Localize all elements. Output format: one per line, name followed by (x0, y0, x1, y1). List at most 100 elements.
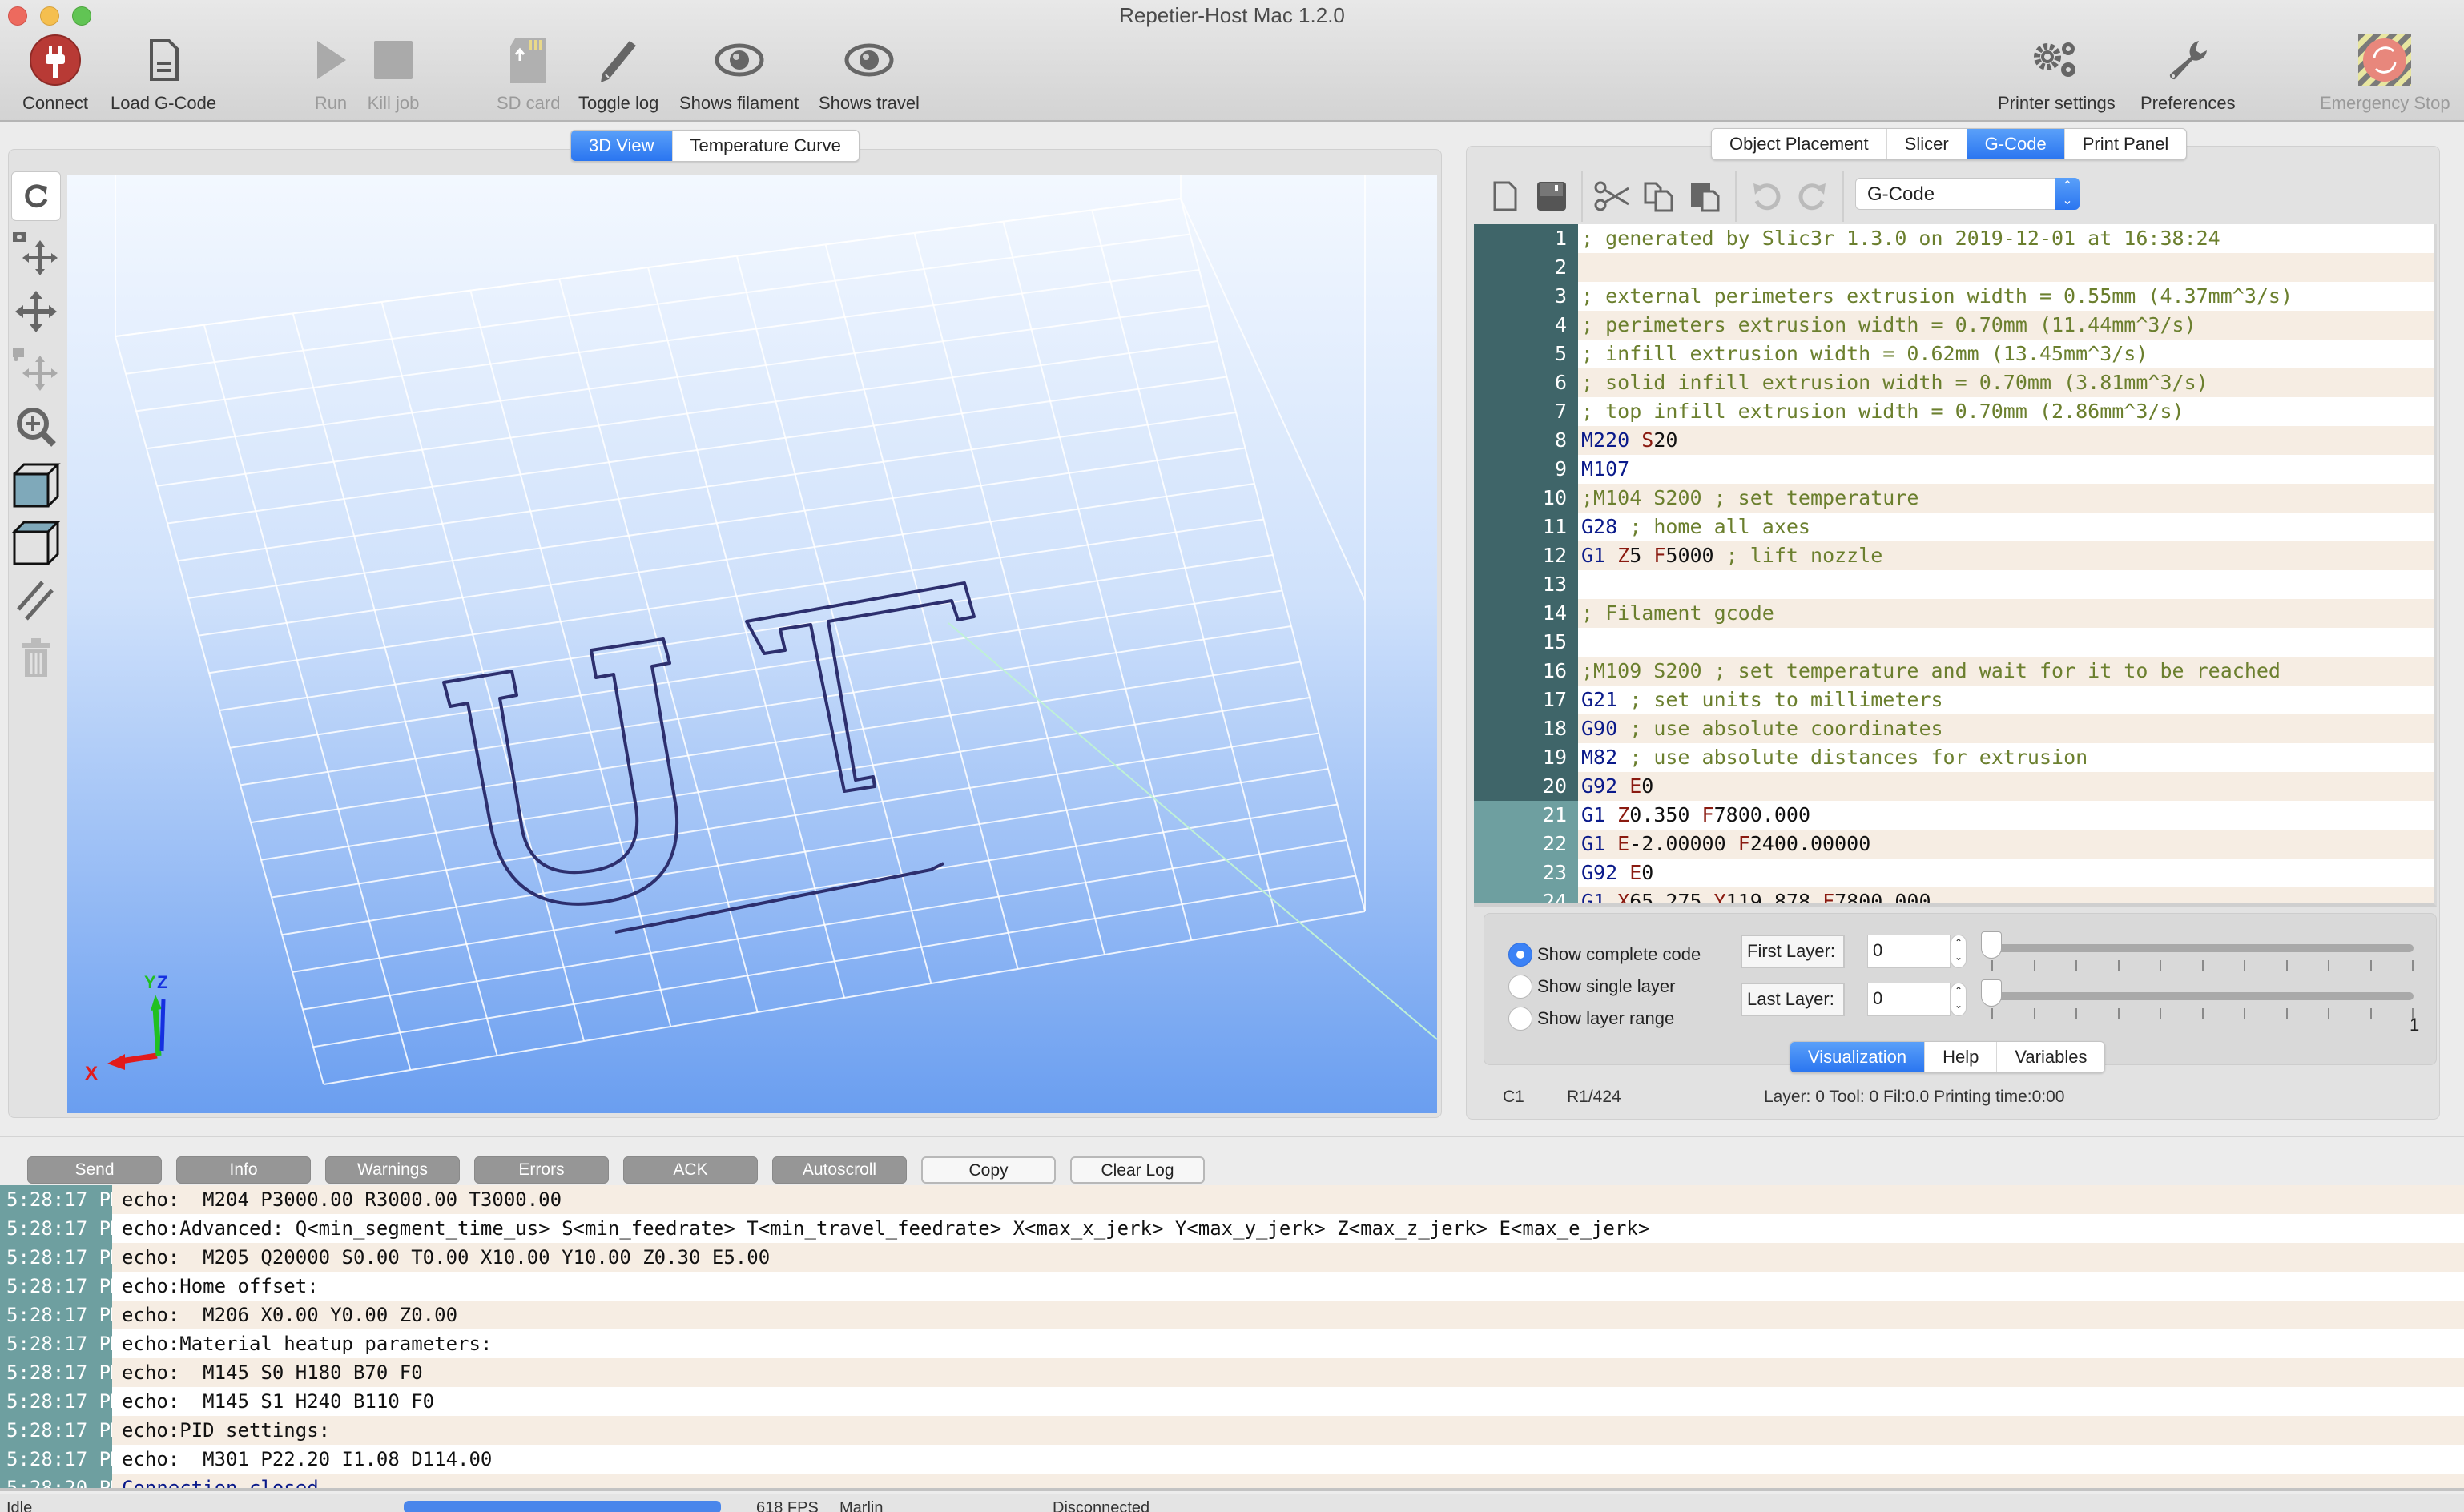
log-filter-ack-button[interactable]: ACK (623, 1156, 758, 1184)
log-entry: 5:28:17 PM echo:Advanced: Q<min_segment_t… (0, 1214, 2464, 1243)
tab-3d-view[interactable]: 3D View (571, 131, 673, 161)
show-layer-range-radio[interactable]: Show layer range (1508, 1007, 1674, 1031)
tab-temperature-curve[interactable]: Temperature Curve (673, 131, 859, 161)
code-line[interactable]: 7; top infill extrusion width = 0.70mm (… (1474, 397, 2434, 426)
tab-gcode[interactable]: G-Code (1967, 129, 2065, 159)
shows-travel-button[interactable]: Shows travel (819, 32, 920, 117)
last-layer-input[interactable]: 0 (1867, 983, 1951, 1016)
code-line[interactable]: 6; solid infill extrusion width = 0.70mm… (1474, 368, 2434, 397)
log-filter-info-button[interactable]: Info (176, 1156, 311, 1184)
move-view-button[interactable] (11, 287, 61, 336)
code-line[interactable]: 17 G21 ; set units to millimeters (1474, 686, 2434, 714)
shows-filament-button[interactable]: Shows filament (679, 32, 799, 117)
copy-button[interactable] (1636, 173, 1682, 219)
sd-card-button[interactable]: SD card (497, 32, 560, 117)
last-layer-slider-thumb[interactable] (1981, 979, 2002, 1007)
pencil-icon (590, 32, 646, 88)
printer-settings-button[interactable]: Printer settings (1998, 32, 2116, 117)
show-complete-code-radio[interactable]: Show complete code (1508, 943, 1701, 967)
log-filter-clear-log-button[interactable]: Clear Log (1070, 1156, 1205, 1184)
code-line[interactable]: 9 M107 (1474, 455, 2434, 484)
code-line[interactable]: 11 G28 ; home all axes (1474, 513, 2434, 541)
kill-job-button[interactable]: Kill job (365, 32, 421, 117)
log-entry: 5:28:17 PM echo: M145 S1 H240 B110 F0 (0, 1387, 2464, 1416)
tab-variables[interactable]: Variables (1997, 1042, 2104, 1072)
show-single-layer-radio[interactable]: Show single layer (1508, 975, 1675, 999)
log-entry: 5:28:17 PM echo: M205 Q20000 S0.00 T0.00 … (0, 1243, 2464, 1272)
new-file-button[interactable] (1482, 173, 1528, 219)
log-filter-send-button[interactable]: Send (27, 1156, 162, 1184)
emergency-stop-button[interactable]: Emergency Stop (2320, 32, 2450, 117)
code-line[interactable]: 16 ;M109 S200 ; set temperature and wait … (1474, 657, 2434, 686)
file-type-select[interactable]: G-Code ⌃ ⌄ (1855, 178, 2080, 210)
code-token: G1 (1581, 544, 1618, 567)
toggle-log-button[interactable]: Toggle log (578, 32, 658, 117)
tab-object-placement[interactable]: Object Placement (1712, 129, 1887, 159)
code-line[interactable]: 22 G1 E-2.00000 F2400.00000 (1474, 830, 2434, 859)
code-line[interactable]: 5; infill extrusion width = 0.62mm (13.4… (1474, 340, 2434, 368)
code-line[interactable]: 12 G1 Z5 F5000 ; lift nozzle (1474, 541, 2434, 570)
code-line[interactable]: 8 M220 S20 (1474, 426, 2434, 455)
3d-viewport[interactable]: X Y Z (67, 175, 1437, 1113)
log-filter-warnings-button[interactable]: Warnings (325, 1156, 460, 1184)
code-line[interactable]: 15 (1474, 628, 2434, 657)
code-line[interactable]: 4; perimeters extrusion width = 0.70mm (… (1474, 311, 2434, 340)
code-line[interactable]: 24 G1 X65.275 Y119.878 F7800.000 (1474, 887, 2434, 903)
tab-visualization[interactable]: Visualization (1790, 1042, 1926, 1072)
printer-settings-label: Printer settings (1998, 93, 2116, 113)
paste-button[interactable] (1682, 173, 1729, 219)
gcode-editor[interactable]: 1; generated by Slic3r 1.3.0 on 2019-12-… (1474, 224, 2437, 907)
code-line[interactable]: 20 G92 E0 (1474, 772, 2434, 801)
code-line[interactable]: 2 (1474, 253, 2434, 282)
connect-button[interactable]: Connect (22, 32, 88, 117)
connection-status: Disconnected (1053, 1499, 1150, 1512)
first-layer-stepper[interactable]: ⌃ ⌄ (1951, 935, 1967, 968)
redo-button[interactable] (1790, 173, 1836, 219)
run-button[interactable]: Run (303, 32, 359, 117)
last-layer-slider[interactable] (1981, 992, 2414, 1000)
first-layer-slider[interactable] (1981, 944, 2414, 952)
code-line[interactable]: 14; Filament gcode (1474, 599, 2434, 628)
delete-object-button[interactable] (11, 633, 61, 682)
zoom-view-button[interactable] (11, 402, 61, 452)
log-timestamp: 5:28:17 PM (0, 1243, 112, 1272)
code-text: M220 S20 (1578, 426, 2434, 455)
code-line[interactable]: 23 G92 E0 (1474, 859, 2434, 887)
tab-help[interactable]: Help (1925, 1042, 1998, 1072)
log-filter-errors-button[interactable]: Errors (474, 1156, 609, 1184)
top-view-button[interactable] (11, 517, 61, 567)
cut-button[interactable] (1589, 173, 1636, 219)
cube-top-icon (11, 521, 61, 565)
log-filter-copy-button[interactable]: Copy (921, 1156, 1056, 1184)
parallel-projection-button[interactable] (11, 575, 61, 625)
move-object-button[interactable] (11, 344, 61, 394)
code-line[interactable]: 13 (1474, 570, 2434, 599)
save-file-button[interactable] (1528, 173, 1575, 219)
code-line[interactable]: 3; external perimeters extrusion width =… (1474, 282, 2434, 311)
log-filter-autoscroll-button[interactable]: Autoscroll (772, 1156, 907, 1184)
first-layer-slider-thumb[interactable] (1981, 931, 2002, 959)
undo-button[interactable] (1743, 173, 1790, 219)
code-line[interactable]: 10 ;M104 S200 ; set temperature (1474, 484, 2434, 513)
first-layer-input[interactable]: 0 (1867, 935, 1951, 968)
wrench-icon (2160, 32, 2216, 88)
reset-view-button[interactable] (11, 171, 61, 221)
log-panel[interactable]: 5:28:17 PM echo: M204 P3000.00 R3000.00 T… (0, 1185, 2464, 1491)
code-text: G1 E-2.00000 F2400.00000 (1578, 830, 2434, 859)
code-line[interactable]: 18 G90 ; use absolute coordinates (1474, 714, 2434, 743)
sd-card-icon (501, 32, 557, 88)
code-token: ; set units to millimeters (1629, 688, 1943, 711)
code-line[interactable]: 19 M82 ; use absolute distances for extru… (1474, 743, 2434, 772)
front-view-button[interactable] (11, 460, 61, 509)
log-entry: 5:28:17 PM echo:Home offset: (0, 1272, 2464, 1301)
load-gcode-button[interactable]: Load G-Code (111, 32, 216, 117)
tab-slicer[interactable]: Slicer (1887, 129, 1967, 159)
code-line[interactable]: 1; generated by Slic3r 1.3.0 on 2019-12-… (1474, 224, 2434, 253)
preferences-button[interactable]: Preferences (2140, 32, 2236, 117)
last-layer-stepper[interactable]: ⌃ ⌄ (1951, 983, 1967, 1016)
code-line[interactable]: 21 G1 Z0.350 F7800.000 (1474, 801, 2434, 830)
line-number: 12 (1474, 541, 1578, 570)
slider-tick (2160, 960, 2161, 971)
camera-move-button[interactable] (11, 229, 61, 279)
tab-print-panel[interactable]: Print Panel (2065, 129, 2187, 159)
